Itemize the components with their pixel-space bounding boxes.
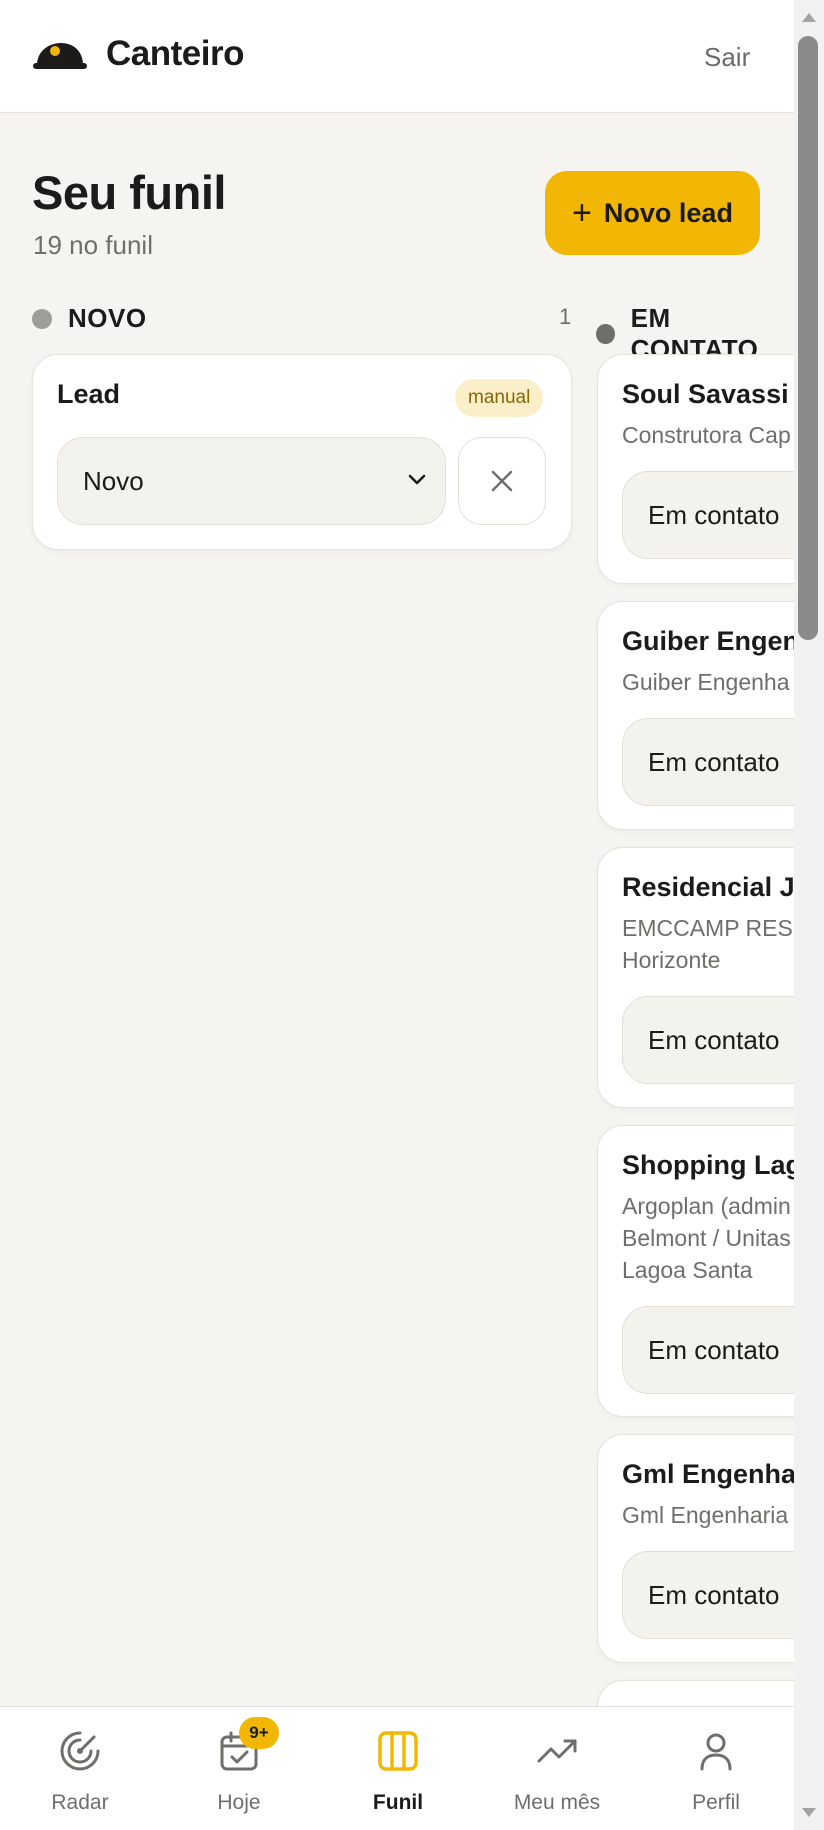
lead-card[interactable]: Gml Engenharia Gml Engenharia Em contato [597,1434,794,1663]
stage-select[interactable]: Em contato [622,471,794,559]
lead-card[interactable] [597,1680,794,1706]
stage-select[interactable]: Em contato [622,1306,794,1394]
lead-card[interactable]: Guiber Engenharia Guiber Engenha Em cont… [597,601,794,830]
stage-select[interactable]: Novo [57,437,446,525]
nav-label: Perfil [692,1791,740,1814]
page-scrollbar[interactable] [794,0,824,1830]
scroll-up-arrow-icon[interactable] [802,13,816,22]
lead-title: Lead [57,379,121,409]
lead-company: EMCCAMP RESI [622,915,794,941]
lead-title: Soul Savassi [622,379,789,409]
scrollbar-thumb[interactable] [798,36,818,640]
lead-company: Gml Engenharia [622,1502,789,1528]
lead-title: Gml Engenharia [622,1459,794,1489]
nav-item-funil[interactable]: Funil [318,1707,478,1830]
nav-label: Funil [372,1791,424,1814]
remove-lead-button[interactable] [458,437,546,525]
nav-item-hoje[interactable]: 9+ Hoje [159,1707,319,1830]
user-icon [700,1733,732,1771]
lead-company: Construtora Cap [622,422,791,448]
nav-item-meu-mes[interactable]: Meu mês [477,1707,637,1830]
column-header-novo: NOVO [32,303,147,334]
stage-select-value: Em contato [648,746,780,777]
column-count: 1 [559,304,572,329]
lead-title: Guiber Engenharia [622,626,794,656]
stage-select-value: Em contato [648,1579,780,1610]
stage-select-value: Em contato [648,499,780,530]
nav-item-radar[interactable]: Radar [0,1707,160,1830]
notification-badge: 9+ [239,1717,279,1749]
stage-select-value: Em contato [648,1334,780,1365]
lead-title: Shopping Lagoa [622,1150,794,1180]
source-badge: manual [455,379,544,417]
lead-card[interactable]: Soul Savassi Construtora Cap Em contato [597,354,794,584]
radar-icon [60,1731,100,1771]
stage-select[interactable]: Em contato [622,718,794,806]
kanban-board: NOVO 1 Lead manual Novo EM CONTATO Soul … [0,0,794,1706]
lead-company-line: Horizonte [622,947,721,973]
lead-card[interactable]: Lead manual Novo [32,354,572,550]
nav-label: Hoje [217,1791,261,1814]
close-icon [491,470,513,492]
nav-item-perfil[interactable]: Perfil [636,1707,796,1830]
nav-label: Radar [51,1791,109,1814]
stage-select[interactable]: Em contato [622,1551,794,1639]
nav-label: Meu mês [513,1791,601,1814]
lead-company: Guiber Engenha [622,669,790,695]
lead-card[interactable]: Residencial J EMCCAMP RESI Horizonte Em … [597,847,794,1108]
scroll-down-arrow-icon[interactable] [802,1808,816,1817]
chevron-down-icon [408,474,426,485]
lead-card[interactable]: Shopping Lagoa Argoplan (admin Belmont /… [597,1125,794,1417]
columns-icon [378,1731,418,1771]
stage-select-value: Em contato [648,1024,780,1055]
lead-company-line: Lagoa Santa [622,1257,753,1283]
lead-title: Residencial J [622,872,794,902]
bottom-nav: Radar 9+ Hoje Funil Meu mês Perfil [0,1706,794,1830]
trending-up-icon [537,1739,577,1763]
status-dot [32,308,52,329]
status-dot [596,324,615,344]
lead-company-line: Belmont / Unitas [622,1225,791,1251]
stage-select-value: Novo [83,465,144,496]
column-title: NOVO [68,303,147,333]
lead-company: Argoplan (admin [622,1193,791,1219]
stage-select[interactable]: Em contato [622,996,794,1084]
